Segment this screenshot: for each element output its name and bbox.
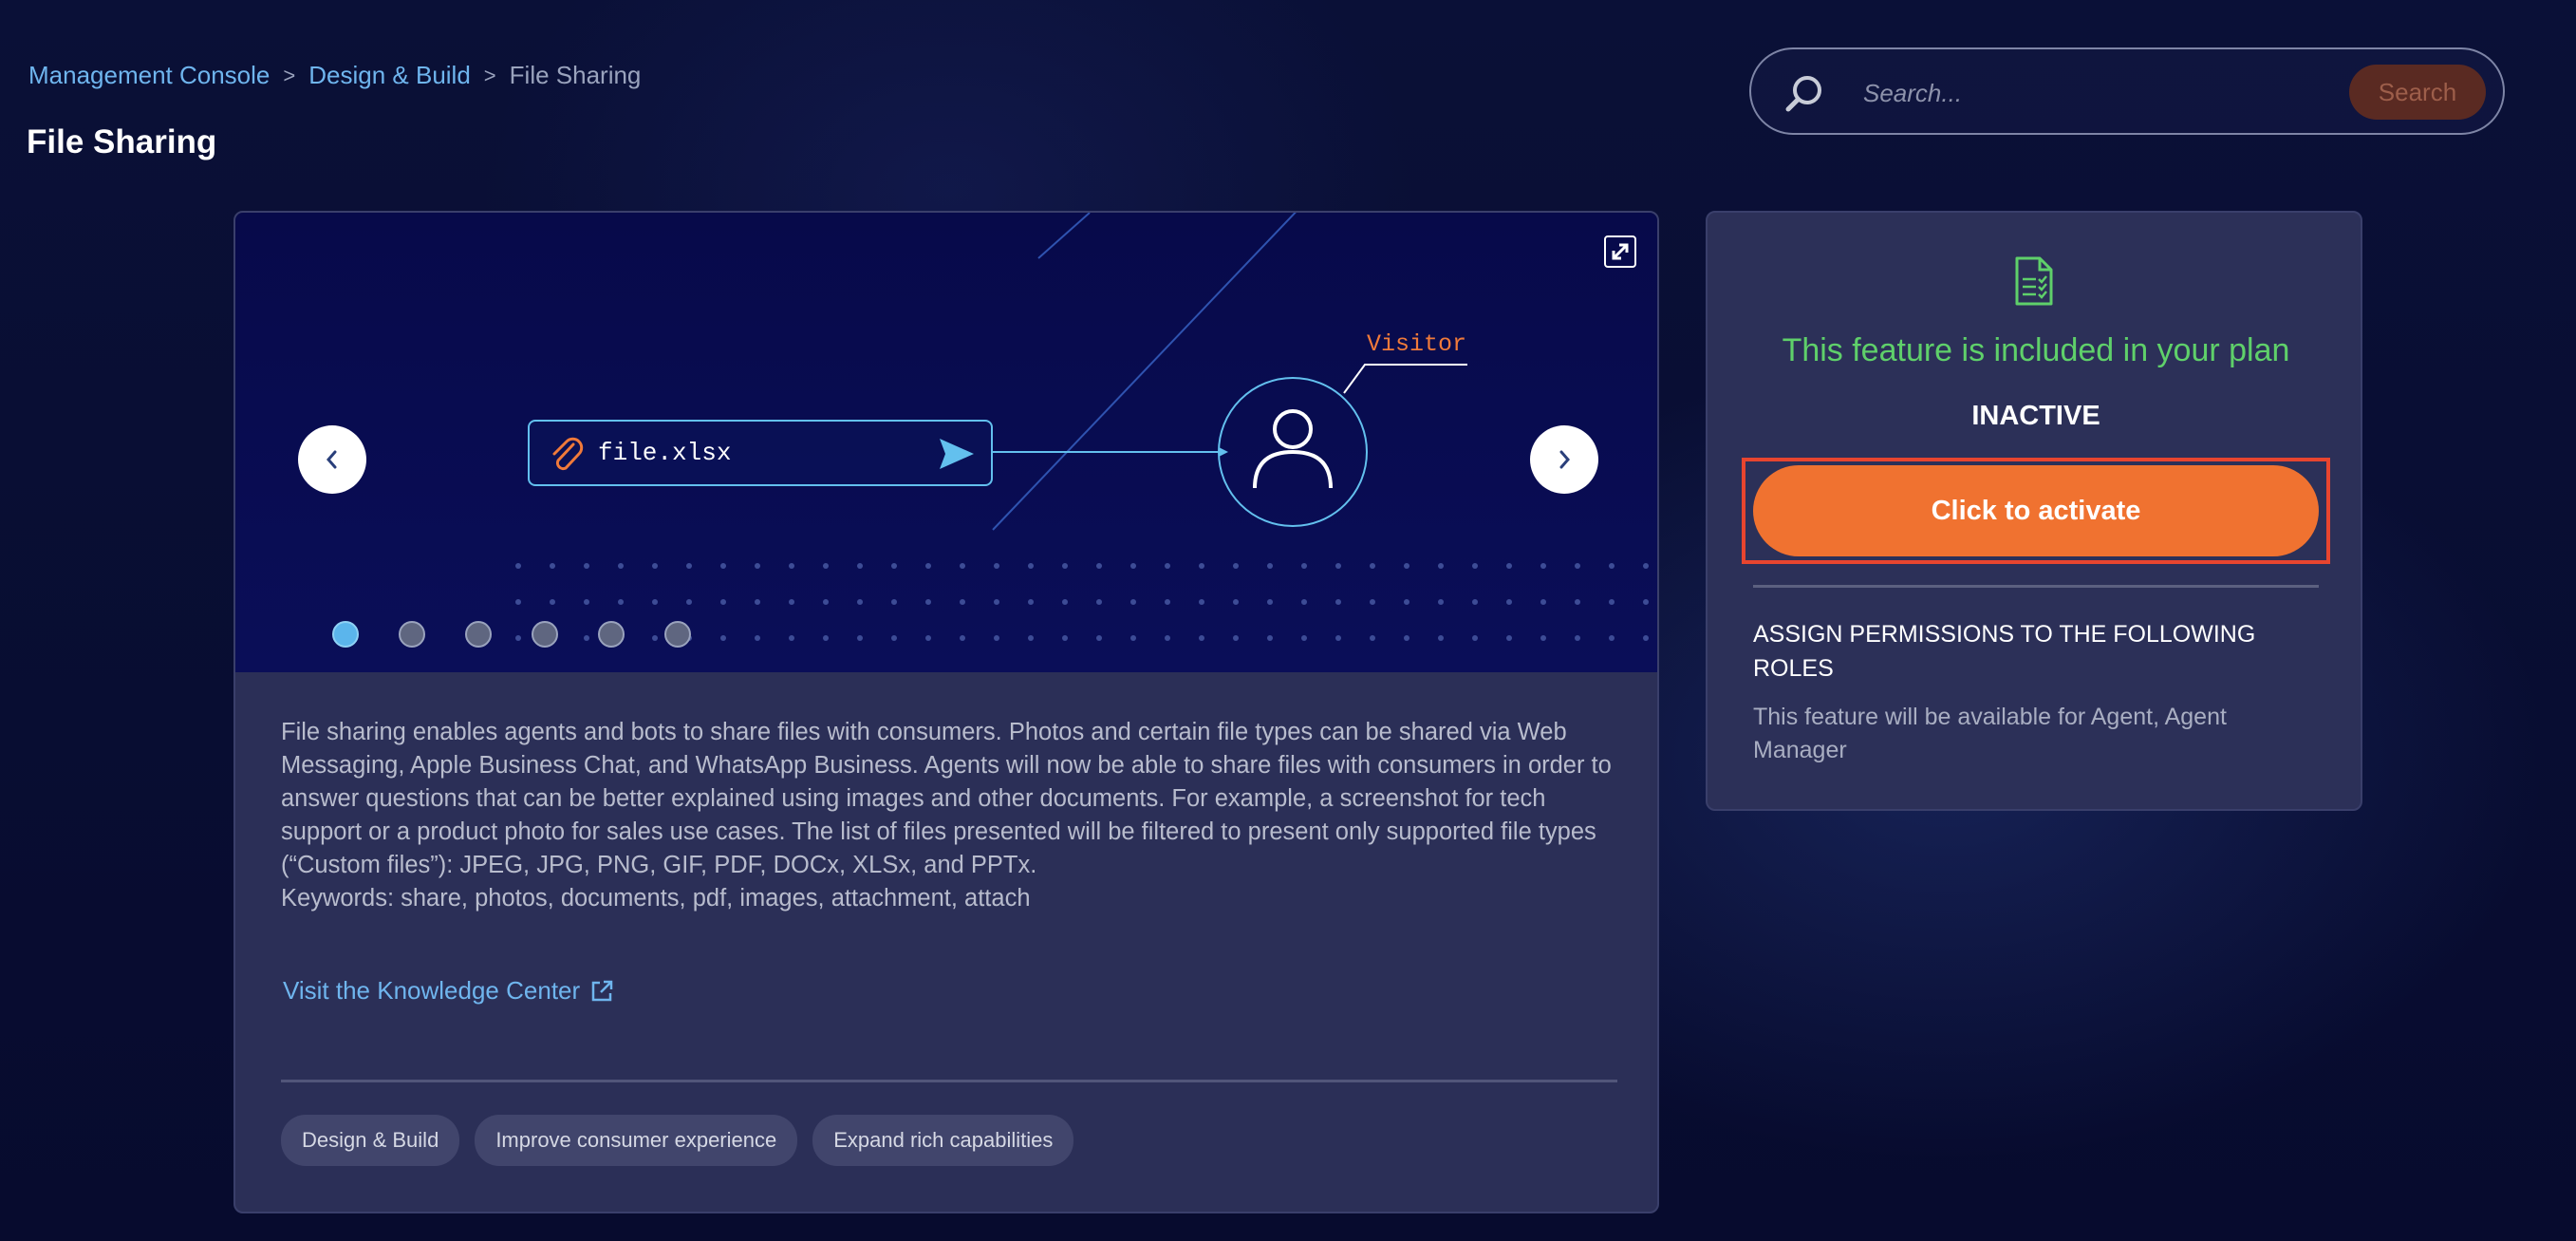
send-icon bbox=[940, 439, 974, 469]
plan-card: This feature is included in your plan IN… bbox=[1706, 211, 2362, 811]
carousel-pagination bbox=[332, 621, 691, 648]
plan-included-text: This feature is included in your plan bbox=[1782, 332, 2290, 368]
carousel-prev-button[interactable] bbox=[298, 425, 366, 494]
expand-icon bbox=[1612, 243, 1629, 260]
page-title: File Sharing bbox=[27, 123, 217, 160]
breadcrumb-current: File Sharing bbox=[509, 61, 642, 89]
file-attachment-mock: file.xlsx bbox=[528, 420, 993, 486]
description-paragraph: File sharing enables agents and bots to … bbox=[281, 719, 1612, 878]
file-name: file.xlsx bbox=[598, 439, 732, 467]
breadcrumb-separator: > bbox=[283, 63, 296, 87]
plan-divider bbox=[1753, 585, 2319, 588]
breadcrumb-link-design-build[interactable]: Design & Build bbox=[308, 61, 471, 90]
breadcrumb-separator: > bbox=[483, 63, 496, 87]
breadcrumb-link-management-console[interactable]: Management Console bbox=[28, 61, 270, 90]
carousel-dot-1[interactable] bbox=[332, 621, 359, 648]
tag-design-build[interactable]: Design & Build bbox=[281, 1115, 460, 1166]
search-button[interactable]: Search bbox=[2349, 65, 2486, 120]
document-check-icon bbox=[2015, 256, 2053, 306]
external-link-icon bbox=[591, 980, 613, 1001]
search-bar: Search bbox=[1749, 47, 2505, 135]
feature-description: File sharing enables agents and bots to … bbox=[281, 716, 1619, 915]
visitor-label: Visitor bbox=[1367, 330, 1467, 358]
activate-highlight: Click to activate bbox=[1742, 458, 2330, 564]
knowledge-center-label: Visit the Knowledge Center bbox=[283, 976, 581, 1005]
breadcrumb: Management Console > Design & Build > Fi… bbox=[28, 61, 641, 90]
tag-list: Design & Build Improve consumer experien… bbox=[281, 1115, 1074, 1166]
card-divider bbox=[281, 1080, 1617, 1082]
carousel-dot-3[interactable] bbox=[465, 621, 492, 648]
carousel-next-button[interactable] bbox=[1530, 425, 1598, 494]
carousel-dot-4[interactable] bbox=[532, 621, 558, 648]
permissions-title: ASSIGN PERMISSIONS TO THE FOLLOWING ROLE… bbox=[1753, 621, 2256, 682]
user-icon bbox=[1253, 409, 1333, 489]
paperclip-icon bbox=[552, 437, 584, 471]
feature-status: INACTIVE bbox=[1971, 401, 2100, 431]
tag-expand-rich-capabilities[interactable]: Expand rich capabilities bbox=[812, 1115, 1074, 1166]
knowledge-center-link[interactable]: Visit the Knowledge Center bbox=[283, 976, 614, 1006]
chevron-right-icon bbox=[1559, 450, 1570, 469]
description-keywords: Keywords: share, photos, documents, pdf,… bbox=[281, 885, 1031, 912]
activate-button[interactable]: Click to activate bbox=[1753, 465, 2319, 556]
feature-carousel: Visitor file.xlsx bbox=[235, 213, 1657, 672]
carousel-dot-5[interactable] bbox=[598, 621, 625, 648]
expand-button[interactable] bbox=[1604, 235, 1636, 268]
search-icon bbox=[1785, 76, 1821, 112]
carousel-dot-2[interactable] bbox=[399, 621, 425, 648]
tag-improve-consumer-experience[interactable]: Improve consumer experience bbox=[475, 1115, 798, 1166]
chevron-left-icon bbox=[327, 450, 337, 469]
permissions-description: This feature will be available for Agent… bbox=[1753, 704, 2227, 763]
carousel-dot-6[interactable] bbox=[664, 621, 691, 648]
feature-card: Visitor file.xlsx File sharing enables a… bbox=[233, 211, 1659, 1213]
